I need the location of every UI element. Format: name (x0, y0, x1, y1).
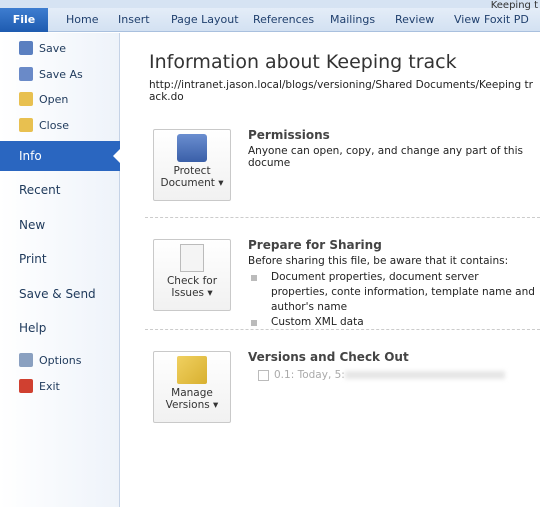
label: Exit (39, 379, 60, 393)
tab-foxit[interactable]: Foxit PD (484, 13, 529, 26)
versions-section: Versions and Check Out 0.1: Today, 5: (248, 350, 538, 381)
heading: Prepare for Sharing (248, 238, 382, 252)
inspect-document-icon (180, 244, 204, 272)
label: Check for (166, 275, 218, 287)
sidebar-item-open[interactable]: Open (0, 92, 120, 106)
sharing-section: Prepare for Sharing Before sharing this f… (248, 238, 538, 330)
sidebar-item-options[interactable]: Options (0, 353, 120, 367)
options-icon (19, 353, 33, 367)
sidebar-item-exit[interactable]: Exit (0, 379, 120, 393)
sidebar-item-close[interactable]: Close (0, 118, 120, 132)
tab-home[interactable]: Home (66, 13, 98, 26)
exit-icon (19, 379, 33, 393)
permissions-section: Permissions Anyone can open, copy, and ch… (248, 128, 538, 169)
tab-insert[interactable]: Insert (118, 13, 150, 26)
sidebar-item-save-send[interactable]: Save & Send (0, 279, 120, 309)
bullet: Document properties, document server pro… (248, 270, 538, 315)
label: Options (39, 353, 82, 367)
tab-review[interactable]: Review (395, 13, 434, 26)
tab-view[interactable]: View (454, 13, 480, 26)
save-icon (19, 41, 33, 55)
info-panel: Information about Keeping track http://i… (121, 33, 540, 507)
sidebar-item-help[interactable]: Help (0, 313, 120, 343)
save-as-icon (19, 67, 33, 81)
word-doc-icon (258, 369, 269, 381)
version-entry[interactable]: 0.1: Today, 5: (258, 369, 538, 381)
label: Close (39, 118, 69, 132)
versions-icon (177, 356, 207, 384)
divider (145, 217, 540, 218)
sidebar-item-print[interactable]: Print (0, 244, 120, 274)
divider (145, 329, 540, 330)
sidebar-item-info[interactable]: Info (0, 141, 121, 171)
open-folder-icon (19, 92, 33, 106)
tab-mailings[interactable]: Mailings (330, 13, 375, 26)
text: Anyone can open, copy, and change any pa… (248, 145, 523, 169)
label: Save (39, 41, 67, 55)
label: Versions ▾ (165, 399, 219, 411)
ribbon-tabs: Home Insert Page Layout References Maili… (0, 8, 540, 32)
page-title: Information about Keeping track (149, 51, 457, 73)
manage-versions-button[interactable]: Manage Versions ▾ (153, 351, 231, 423)
tab-references[interactable]: References (253, 13, 314, 26)
label: Issues ▾ (171, 287, 213, 299)
lock-icon (177, 134, 207, 162)
label: Save As (39, 67, 83, 81)
close-folder-icon (19, 118, 33, 132)
heading: Permissions (248, 128, 330, 142)
protect-document-button[interactable]: Protect Document ▾ (153, 129, 231, 201)
check-for-issues-button[interactable]: Check for Issues ▾ (153, 239, 231, 311)
sidebar-item-recent[interactable]: Recent (0, 175, 120, 205)
label: Protect (173, 165, 211, 177)
heading: Versions and Check Out (248, 350, 409, 364)
sidebar-item-save[interactable]: Save (0, 41, 120, 55)
label: Document ▾ (160, 177, 224, 189)
bullet: Custom XML data (248, 315, 538, 330)
sidebar-item-new[interactable]: New (0, 210, 120, 240)
sidebar-item-save-as[interactable]: Save As (0, 67, 120, 81)
blurred-text (344, 371, 505, 379)
backstage-sidebar: Save Save As Open Close Info Recent New … (0, 33, 121, 507)
label: Manage (171, 387, 213, 399)
tab-page-layout[interactable]: Page Layout (171, 13, 239, 26)
document-path[interactable]: http://intranet.jason.local/blogs/versio… (149, 79, 538, 103)
text: Before sharing this file, be aware that … (248, 255, 509, 267)
tab-file[interactable]: File (0, 8, 48, 32)
label: Open (39, 92, 69, 106)
window-title: Keeping t (490, 0, 538, 11)
title-bar (0, 0, 540, 8)
